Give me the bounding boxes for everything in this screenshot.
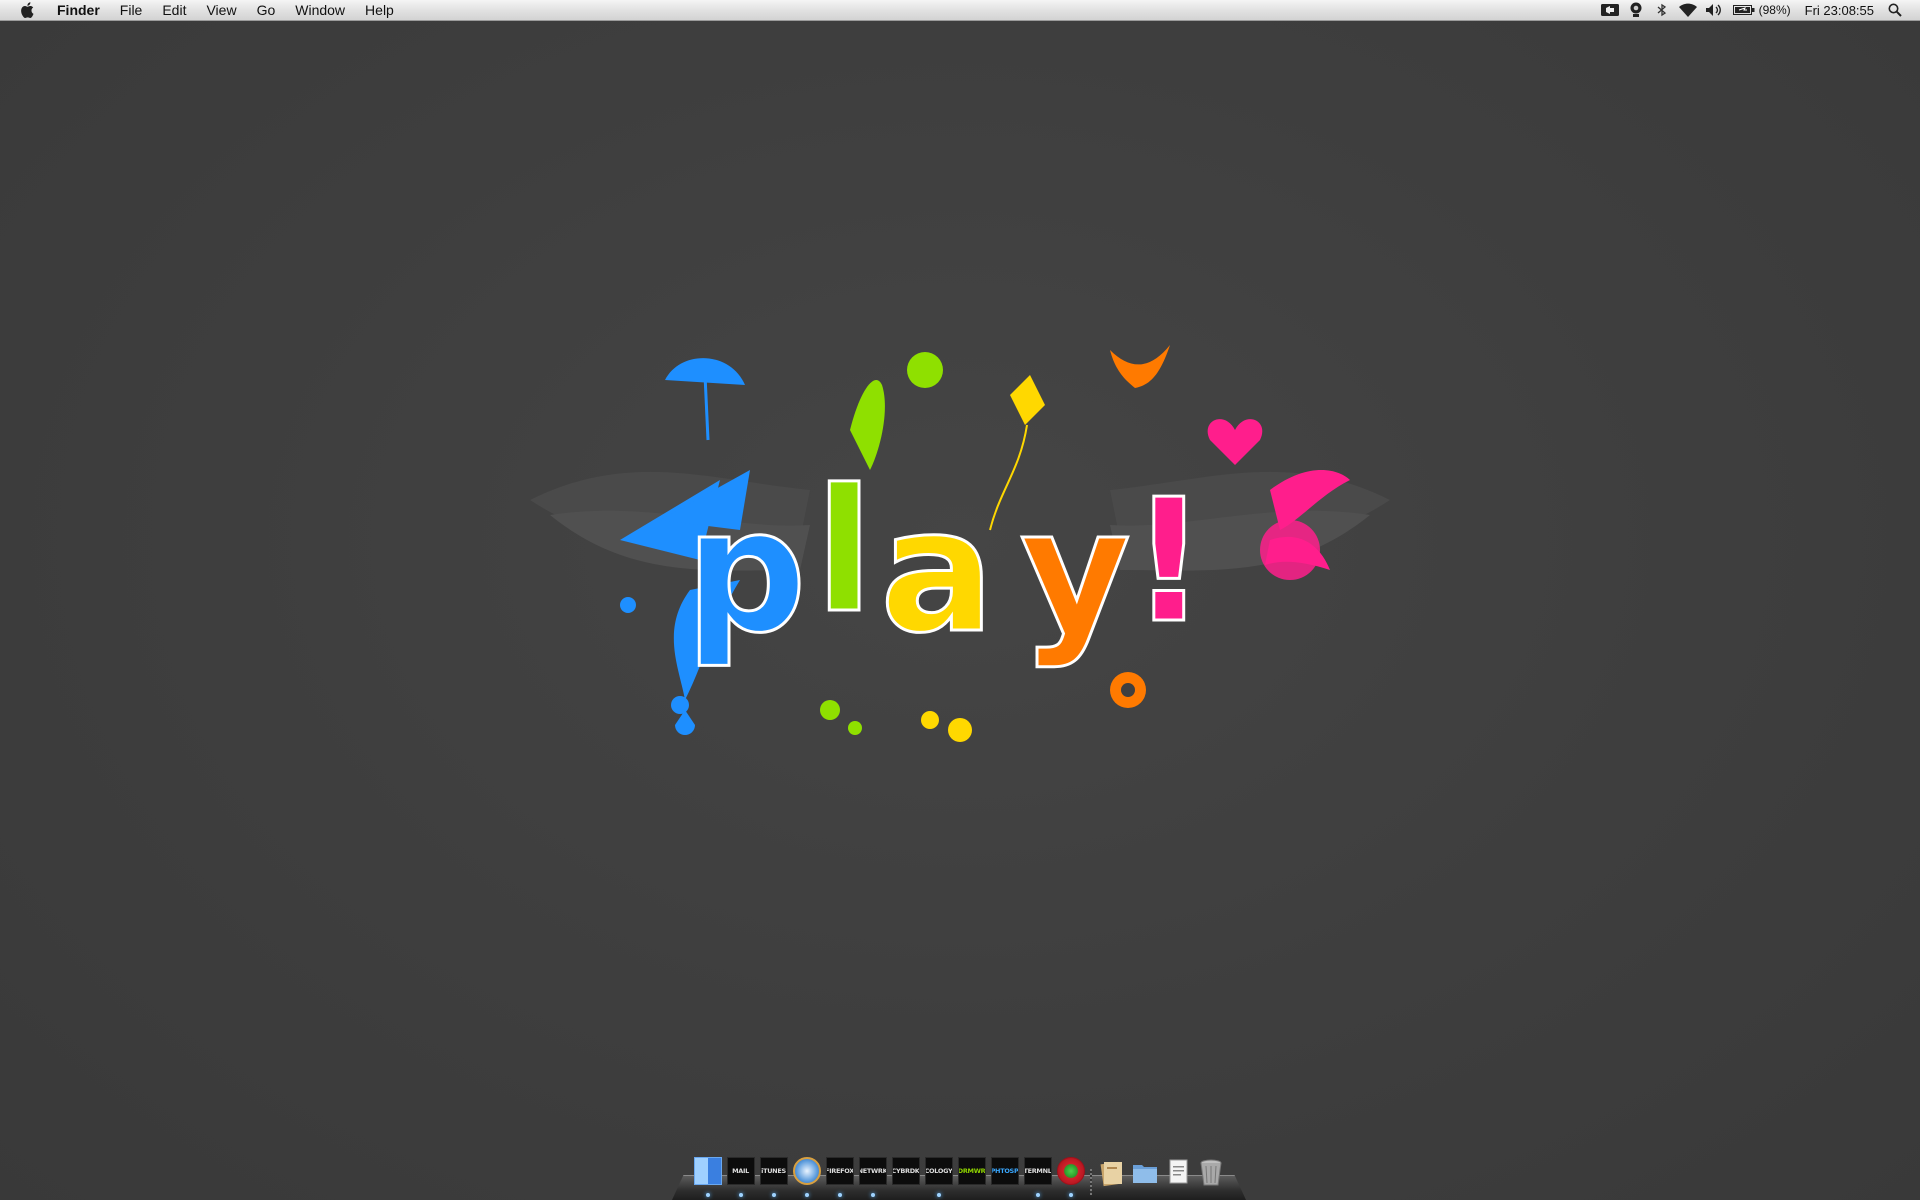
dock-item-dreamweaver[interactable]: DRMWR <box>957 1157 987 1197</box>
dock-item-finder[interactable] <box>693 1157 723 1197</box>
battery-status[interactable]: (98%) <box>1727 3 1797 17</box>
photoshop-icon: PHTOSP <box>990 1157 1019 1185</box>
battery-percentage: (98%) <box>1758 3 1791 17</box>
itunes-icon: iTUNES <box>759 1157 788 1185</box>
finder-icon <box>693 1157 722 1185</box>
documents-stack-icon <box>1100 1161 1122 1187</box>
menu-view[interactable]: View <box>196 0 246 21</box>
dock-item-network[interactable]: NETWRK <box>858 1157 888 1197</box>
apple-menu-icon[interactable] <box>15 0 39 21</box>
running-indicator <box>738 1193 743 1197</box>
network-icon: NETWRK <box>858 1157 887 1185</box>
dock-item-firefox[interactable]: FIREFOX <box>825 1157 855 1197</box>
mail-icon: MAIL <box>726 1157 755 1185</box>
folder-stack-icon <box>1132 1165 1157 1183</box>
wallpaper-letter-l: l <box>815 453 873 651</box>
cyberduck-icon: CYBRDK <box>891 1157 920 1185</box>
running-indicator <box>936 1193 941 1197</box>
menu-edit[interactable]: Edit <box>152 0 196 21</box>
desktop[interactable]: p l a y ! Finder File Edit View Go Windo… <box>0 0 1920 1200</box>
running-indicator <box>804 1193 809 1197</box>
safari-icon <box>792 1157 821 1185</box>
menu-bar: Finder File Edit View Go Window Help (98… <box>0 0 1920 21</box>
menu-window[interactable]: Window <box>285 0 355 21</box>
battery-icon <box>1732 5 1755 15</box>
dock-item-terminal[interactable]: TERMNL <box>1023 1157 1053 1197</box>
dock-item-safari[interactable] <box>792 1157 822 1197</box>
volume-icon[interactable] <box>1701 0 1727 21</box>
terminal-icon: TERMNL <box>1023 1157 1052 1185</box>
firefox-icon: FIREFOX <box>825 1157 854 1185</box>
menu-file[interactable]: File <box>110 0 153 21</box>
spotlight-search-icon[interactable] <box>1882 0 1908 21</box>
dreamweaver-icon: DRMWR <box>957 1157 986 1185</box>
wallpaper-letter-y: y <box>1020 473 1131 671</box>
dock-stack-folder[interactable] <box>1130 1157 1160 1197</box>
menu-go[interactable]: Go <box>247 0 286 21</box>
wallpaper-letter-exclaim: ! <box>1130 463 1208 661</box>
running-indicator <box>705 1193 710 1197</box>
dock-item-mail[interactable]: MAIL <box>726 1157 756 1197</box>
wifi-icon[interactable] <box>1675 0 1701 21</box>
colloquy-icon: COLOGY <box>924 1157 953 1185</box>
trash-icon <box>1200 1159 1221 1186</box>
running-indicator <box>771 1193 776 1197</box>
dock-item-colloquy[interactable]: COLOGY <box>924 1157 954 1197</box>
document-icon <box>1169 1159 1187 1184</box>
running-indicator <box>1068 1193 1073 1197</box>
wallpaper-letter-p: p <box>685 473 807 671</box>
menu-clock[interactable]: Fri 23:08:55 <box>1797 0 1882 21</box>
running-indicator <box>837 1193 842 1197</box>
wallpaper-play-artwork: p l a y ! <box>530 345 1390 742</box>
dock-item-cyberduck[interactable]: CYBRDK <box>891 1157 921 1197</box>
webcam-icon[interactable] <box>1623 0 1649 21</box>
dock-document[interactable] <box>1163 1157 1193 1197</box>
running-indicator <box>1035 1193 1040 1197</box>
dock-separator <box>1087 1157 1095 1197</box>
app-star-icon <box>1056 1157 1085 1185</box>
bluetooth-icon[interactable] <box>1649 0 1675 21</box>
dock-trash[interactable] <box>1196 1157 1226 1197</box>
dock: MAIL iTUNES FIREFOX NETWRK CYBRDK COLOGY… <box>672 1153 1246 1200</box>
dock-item-photoshop[interactable]: PHTOSP <box>990 1157 1020 1197</box>
dock-item-star-app[interactable] <box>1056 1157 1086 1197</box>
menu-help[interactable]: Help <box>355 0 404 21</box>
running-indicator <box>870 1193 875 1197</box>
dock-item-itunes[interactable]: iTUNES <box>759 1157 789 1197</box>
dock-stack-documents[interactable] <box>1097 1157 1127 1197</box>
wallpaper-letter-a: a <box>880 473 995 671</box>
screen-sharing-icon[interactable] <box>1597 0 1623 21</box>
menu-app-finder[interactable]: Finder <box>53 0 110 21</box>
